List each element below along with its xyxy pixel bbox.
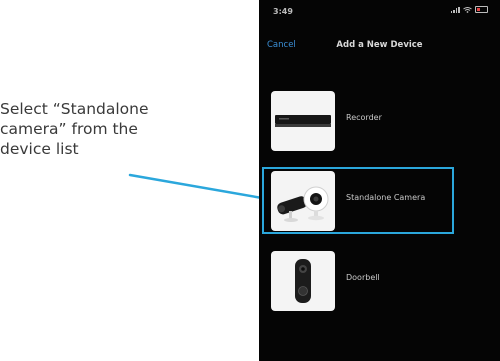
cancel-button[interactable]: Cancel <box>267 40 296 50</box>
doorbell-icon <box>271 251 335 311</box>
device-item-recorder[interactable]: Recorder <box>267 89 492 155</box>
device-item-standalone-camera[interactable]: Standalone Camera <box>267 169 492 235</box>
page-title: Add a New Device <box>336 40 423 50</box>
instruction-line-2: camera” from the <box>0 120 138 138</box>
wifi-icon <box>463 6 472 13</box>
signal-icon <box>450 6 460 13</box>
status-bar: 3:49 <box>259 0 500 26</box>
camera-icon <box>271 171 335 231</box>
battery-icon <box>475 6 488 13</box>
device-label-recorder: Recorder <box>346 113 382 122</box>
status-icons <box>450 6 488 13</box>
instruction-line-3: device list <box>0 140 79 158</box>
nav-bar: Cancel Add a New Device <box>259 36 500 56</box>
recorder-icon <box>271 91 335 151</box>
device-label-doorbell: Doorbell <box>346 273 380 282</box>
instruction-text: Select “Standalone camera” from the devi… <box>0 99 210 159</box>
device-item-doorbell[interactable]: Doorbell <box>267 249 492 315</box>
status-time: 3:49 <box>273 7 293 16</box>
instruction-line-1: Select “Standalone <box>0 100 149 118</box>
device-label-standalone-camera: Standalone Camera <box>346 193 426 202</box>
phone-screen: 3:49 Cancel Add a New Device Recorder St… <box>259 0 500 361</box>
